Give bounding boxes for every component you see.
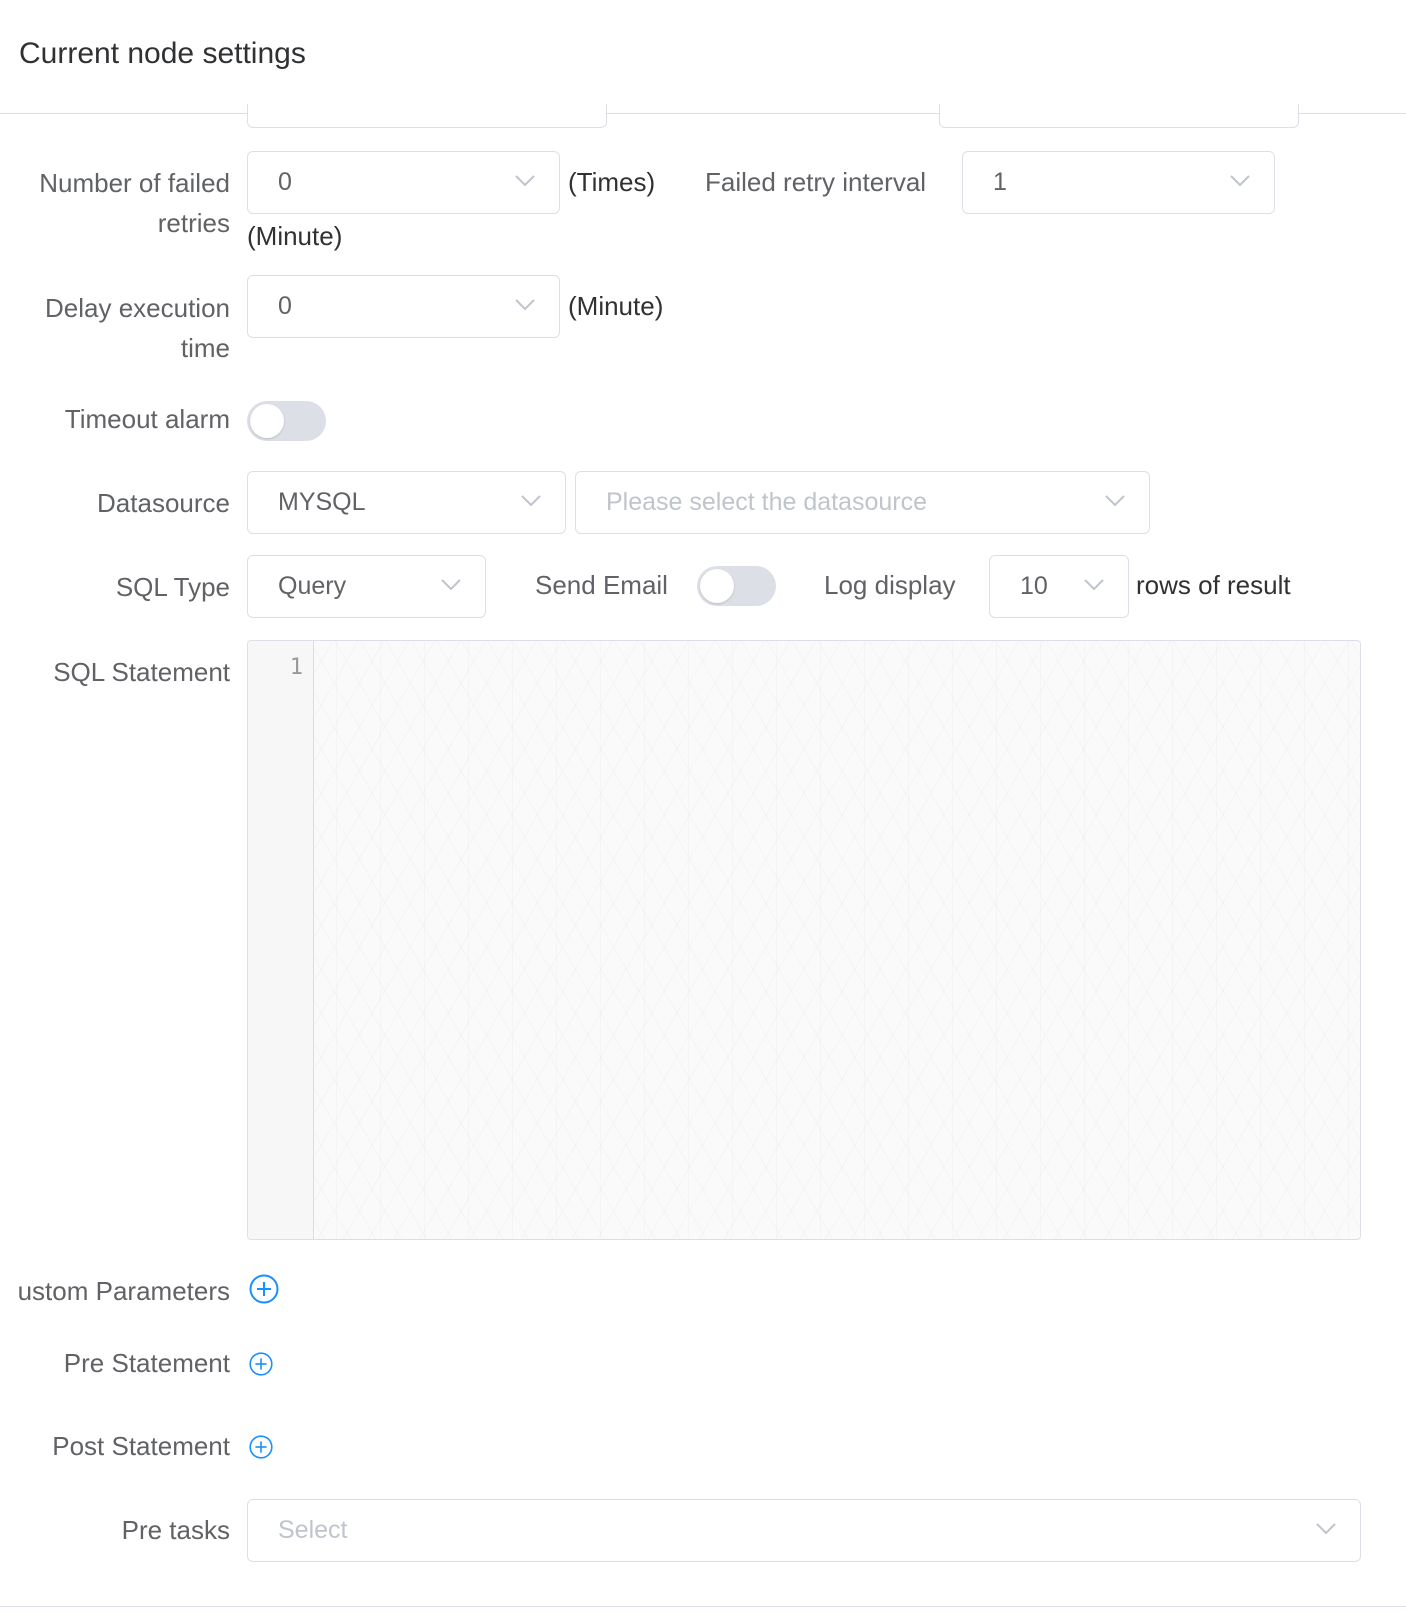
footer-divider (0, 1606, 1406, 1607)
toggle-knob (700, 569, 734, 603)
chevron-down-icon (515, 175, 535, 187)
send-email-label: Send Email (535, 570, 668, 600)
delay-time-unit: (Minute) (568, 291, 664, 321)
sql-statement-label: SQL Statement (53, 657, 230, 687)
editor-gutter: 1 (248, 641, 314, 1239)
timeout-alarm-label: Timeout alarm (64, 404, 230, 434)
sql-type-label: SQL Type (115, 572, 230, 602)
chevron-down-icon (1316, 1523, 1336, 1535)
toggle-knob (250, 404, 284, 438)
chevron-down-icon (1105, 495, 1125, 507)
partial-select-left[interactable] (247, 104, 607, 128)
send-email-toggle[interactable] (697, 566, 776, 606)
sql-editor[interactable]: 1 (247, 640, 1361, 1240)
log-display-label: Log display (824, 570, 956, 600)
plus-circle-icon[interactable] (249, 1352, 273, 1376)
retry-interval-select[interactable]: 1 (962, 151, 1275, 214)
failed-retries-unit: (Times) (568, 167, 656, 197)
partial-select-right[interactable] (939, 104, 1299, 128)
delay-time-value: 0 (278, 292, 292, 320)
custom-parameters-label: ustom Parameters (17, 1276, 230, 1306)
retry-interval-value: 1 (993, 168, 1007, 196)
page-title: Current node settings (19, 37, 306, 70)
pre-tasks-label: Pre tasks (121, 1515, 230, 1545)
datasource-placeholder: Please select the datasource (606, 488, 928, 516)
datasource-label: Datasource (97, 488, 230, 518)
retry-interval-label: Failed retry interval (705, 167, 927, 197)
line-number: 1 (289, 655, 303, 680)
datasource-type-value: MYSQL (278, 488, 366, 516)
retry-interval-unit: (Minute) (247, 221, 343, 251)
failed-retries-label: Number of failed retries (39, 168, 230, 238)
datasource-select[interactable]: Please select the datasource (575, 471, 1150, 534)
log-display-value: 10 (1020, 572, 1048, 600)
chevron-down-icon (1084, 579, 1104, 591)
delay-time-label: Delay execution time (45, 293, 230, 363)
log-display-select[interactable]: 10 (989, 555, 1129, 618)
post-statement-label: Post Statement (52, 1431, 230, 1461)
sql-type-value: Query (278, 572, 347, 600)
pre-tasks-select[interactable]: Select (247, 1499, 1361, 1562)
pre-tasks-placeholder: Select (278, 1516, 348, 1544)
pre-statement-label: Pre Statement (63, 1348, 230, 1378)
chevron-down-icon (441, 579, 461, 591)
plus-circle-icon[interactable] (249, 1435, 273, 1459)
datasource-type-select[interactable]: MYSQL (247, 471, 566, 534)
chevron-down-icon (521, 495, 541, 507)
plus-circle-icon[interactable] (249, 1274, 279, 1304)
chevron-down-icon (515, 299, 535, 311)
timeout-alarm-toggle[interactable] (247, 401, 326, 441)
failed-retries-value: 0 (278, 168, 292, 196)
chevron-down-icon (1230, 175, 1250, 187)
sql-type-select[interactable]: Query (247, 555, 486, 618)
failed-retries-select[interactable]: 0 (247, 151, 560, 214)
delay-time-select[interactable]: 0 (247, 275, 560, 338)
rows-of-result-label: rows of result (1136, 570, 1291, 600)
